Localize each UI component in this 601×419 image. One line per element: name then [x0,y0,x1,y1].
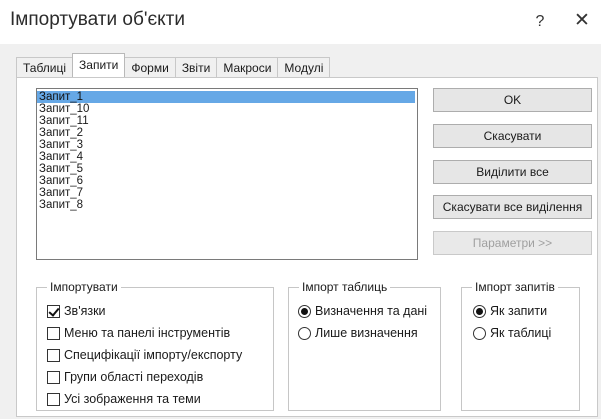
list-item[interactable]: Запит_7 [37,187,415,199]
option-label: Як запити [490,304,548,318]
option-label: Специфікації імпорту/експорту [64,348,243,362]
option-label: Як таблиці [490,326,552,340]
list-item[interactable]: Запит_4 [37,151,415,163]
radio-icon[interactable] [473,326,486,340]
checkbox-icon[interactable] [47,304,60,318]
cancel-button[interactable]: Скасувати [433,124,592,148]
option-import-export-specs[interactable]: Специфікації імпорту/експорту [47,347,242,363]
tab-queries[interactable]: Запити [72,53,126,77]
list-item[interactable]: Запит_3 [37,139,415,151]
close-button[interactable]: ✕ [570,8,594,34]
option-definition-and-data[interactable]: Визначення та дані [298,303,427,319]
dialog-title: Імпортувати об'єкти [10,9,185,30]
tab-tables[interactable]: Таблиці [16,57,74,77]
help-button[interactable]: ? [530,10,550,34]
checkbox-icon[interactable] [47,326,60,340]
import-tables-group-title: Імпорт таблиць [299,280,391,294]
option-menus-toolbars[interactable]: Меню та панелі інструментів [47,325,230,341]
import-group-title: Імпортувати [47,280,121,294]
options-button[interactable]: Параметри >> [433,231,592,255]
option-label: Лише визначення [315,326,418,340]
list-item[interactable]: Запит_6 [37,175,415,187]
option-nav-pane-groups[interactable]: Групи області переходів [47,369,203,385]
radio-icon[interactable] [473,304,486,318]
option-label: Визначення та дані [315,304,428,318]
list-item[interactable]: Запит_5 [37,163,415,175]
checkbox-icon[interactable] [47,392,60,406]
option-as-queries[interactable]: Як запити [473,303,547,319]
option-label: Меню та панелі інструментів [64,326,231,340]
option-label: Групи області переходів [64,370,204,384]
option-as-tables[interactable]: Як таблиці [473,325,551,341]
option-label: Усі зображення та теми [64,392,201,406]
list-item[interactable]: Запит_11 [37,115,415,127]
select-all-button[interactable]: Виділити все [433,160,592,184]
title-bar: Імпортувати об'єкти ? ✕ [0,0,601,44]
deselect-all-button[interactable]: Скасувати все виділення [433,195,592,219]
import-objects-dialog: Імпортувати об'єкти ? ✕ Таблиці Запити Ф… [0,0,601,419]
radio-icon[interactable] [298,326,311,340]
checkbox-icon[interactable] [47,370,60,384]
list-item[interactable]: Запит_2 [37,127,415,139]
tab-forms[interactable]: Форми [124,57,176,77]
queries-listbox[interactable]: Запит_1 Запит_10 Запит_11 Запит_2 Запит_… [36,88,418,260]
import-queries-group-title: Імпорт запитів [472,280,558,294]
tab-macros[interactable]: Макроси [216,57,279,77]
checkbox-icon[interactable] [47,348,60,362]
tab-strip: Таблиці Запити Форми Звіти Макроси Модул… [16,53,331,77]
radio-icon[interactable] [298,304,311,318]
option-images-themes[interactable]: Усі зображення та теми [47,391,201,407]
option-definition-only[interactable]: Лише визначення [298,325,418,341]
list-item[interactable]: Запит_8 [37,199,415,211]
list-item[interactable]: Запит_10 [37,103,415,115]
option-label: Зв'язки [64,304,106,318]
option-relationships[interactable]: Зв'язки [47,303,106,319]
ok-button[interactable]: OK [433,88,592,112]
tab-reports[interactable]: Звіти [174,57,218,77]
tab-modules[interactable]: Модулі [277,57,331,77]
list-item[interactable]: Запит_1 [37,91,415,103]
